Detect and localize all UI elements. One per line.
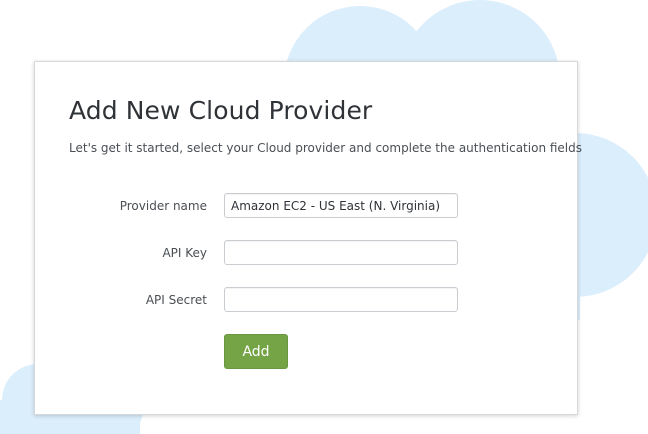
api-secret-field[interactable] (224, 287, 458, 312)
page-subtitle: Let's get it started, select your Cloud … (69, 141, 583, 155)
api-secret-label: API Secret (145, 293, 207, 307)
page-title: Add New Cloud Provider (69, 96, 373, 125)
provider-name-field[interactable] (224, 193, 458, 218)
add-cloud-provider-panel: Add New Cloud Provider Let's get it star… (34, 61, 582, 415)
add-button[interactable]: Add (224, 334, 288, 369)
api-key-label: API Key (162, 246, 207, 260)
provider-name-label: Provider name (119, 199, 207, 213)
api-key-field[interactable] (224, 240, 458, 265)
